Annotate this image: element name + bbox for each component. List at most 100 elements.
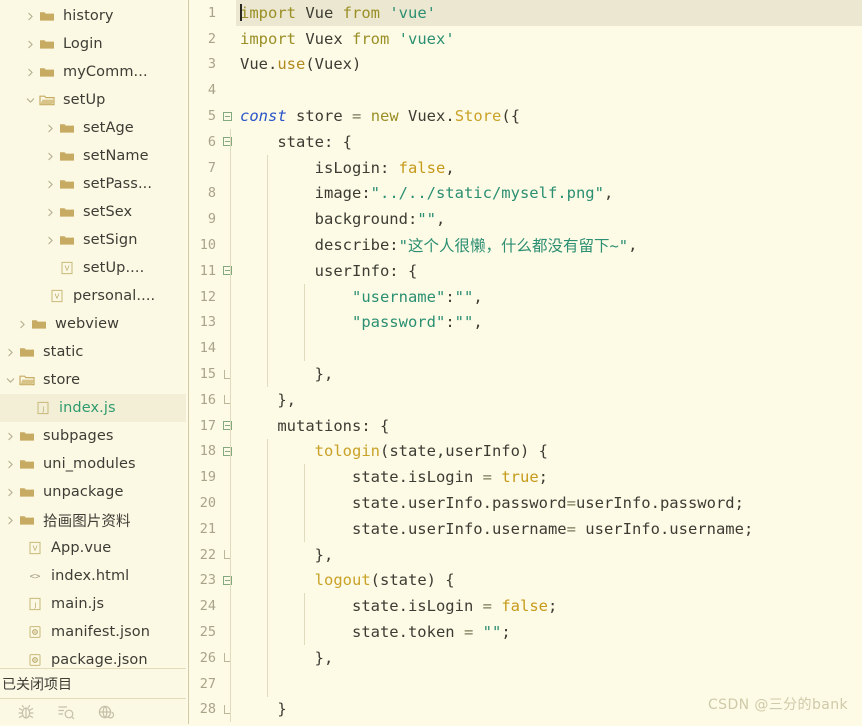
chevron-right-icon[interactable] — [24, 12, 37, 21]
line-number: 6 — [207, 133, 216, 150]
code-line[interactable]: 15 }, — [189, 361, 862, 387]
tree-item[interactable]: setSign — [0, 226, 186, 254]
chevron-right-icon[interactable] — [16, 320, 29, 329]
closed-projects-row[interactable]: 已关闭项目 — [0, 668, 186, 698]
code-token: Vuex. — [398, 107, 455, 126]
chevron-right-icon[interactable] — [4, 348, 17, 357]
fold-collapse-icon[interactable] — [219, 446, 236, 456]
chevron-right-icon[interactable] — [44, 236, 57, 245]
code-token: , — [473, 313, 483, 332]
code-line[interactable]: 25 state.token = ""; — [189, 619, 862, 645]
tree-item[interactable]: myComm... — [0, 58, 186, 86]
code-line[interactable]: 19 state.isLogin = true; — [189, 464, 862, 491]
code-lines[interactable]: 1 import Vue from 'vue' 2 import Vuex from … — [189, 0, 862, 723]
tree-item[interactable]: setAge — [0, 114, 186, 142]
tree-item[interactable]: manifest.json — [0, 618, 186, 646]
chevron-right-icon[interactable] — [4, 460, 17, 469]
code-line[interactable]: 7 isLogin: false, — [189, 154, 862, 181]
code-line[interactable]: 12 "username": "", — [189, 283, 862, 310]
folder-icon — [57, 176, 77, 192]
tree-item[interactable]: unpackage — [0, 478, 186, 506]
code-line[interactable]: 26 }, — [189, 644, 862, 671]
fold-collapse-icon[interactable] — [219, 421, 236, 431]
tree-item[interactable]: webview — [0, 310, 186, 338]
tree-item[interactable]: Jmain.js — [0, 590, 186, 618]
code-line[interactable]: 1 import Vue from 'vue' — [189, 0, 862, 26]
chevron-right-icon[interactable] — [4, 516, 17, 525]
code-text: "password": "", — [229, 309, 862, 336]
fold-end-marker[interactable] — [219, 550, 236, 560]
tree-item[interactable]: history — [0, 2, 186, 30]
code-line[interactable]: 5 const store = new Vuex. Store({ — [189, 103, 862, 129]
tree-item[interactable]: subpages — [0, 422, 186, 450]
chevron-right-icon[interactable] — [4, 488, 17, 497]
fold-collapse-icon[interactable] — [219, 575, 236, 585]
chevron-right-icon[interactable] — [44, 124, 57, 133]
code-token: "" — [454, 287, 474, 306]
chevron-right-icon[interactable] — [44, 208, 57, 217]
code-line[interactable]: 10 describe: "这个人很懒，什么都没有留下~", — [189, 232, 862, 258]
svg-text:<>: <> — [30, 572, 41, 582]
browser-icon[interactable] — [96, 702, 116, 722]
code-line[interactable]: 6 state: { — [189, 128, 862, 155]
code-line[interactable]: 14 — [189, 335, 862, 362]
code-line[interactable]: 2 import Vuex from 'vuex' — [189, 26, 862, 52]
bug-icon[interactable] — [16, 702, 36, 722]
tree-item[interactable]: Jindex.js — [0, 394, 186, 422]
tree-item[interactable]: package.json — [0, 646, 186, 668]
code-line[interactable]: 17 mutations: { — [189, 412, 862, 439]
chevron-right-icon[interactable] — [24, 68, 37, 77]
chevron-right-icon[interactable] — [4, 432, 17, 441]
code-line[interactable]: 9 background: "", — [189, 206, 862, 233]
fold-collapse-icon[interactable] — [219, 111, 236, 121]
tree-item[interactable]: Vpersonal.... — [0, 282, 186, 310]
indent-guide — [229, 412, 231, 439]
code-line[interactable]: 4 — [189, 77, 862, 103]
line-number: 26 — [199, 649, 216, 666]
fold-end-marker[interactable] — [219, 395, 236, 405]
code-line[interactable]: 13 "password": "", — [189, 309, 862, 336]
fold-collapse-icon[interactable] — [219, 266, 236, 276]
code-token: }, — [240, 545, 334, 564]
tree-item[interactable]: 拾画图片资料 — [0, 506, 186, 534]
code-editor[interactable]: 1 import Vue from 'vue' 2 import Vuex from … — [189, 0, 862, 724]
code-line[interactable]: 18 tologin (state,userInfo) { — [189, 438, 862, 465]
fold-collapse-icon[interactable] — [219, 137, 236, 147]
tree-item[interactable]: setName — [0, 142, 186, 170]
folder-icon — [57, 232, 77, 248]
code-line[interactable]: 27 — [189, 670, 862, 697]
log-search-icon[interactable] — [56, 702, 76, 722]
fold-end-marker[interactable] — [219, 704, 236, 714]
tree-item[interactable]: Login — [0, 30, 186, 58]
code-line[interactable]: 20 state.userInfo.password = userInfo.pass… — [189, 490, 862, 516]
tree-item[interactable]: static — [0, 338, 186, 366]
tree-item[interactable]: V App.vue — [0, 534, 186, 562]
code-line[interactable]: 11 userInfo: { — [189, 257, 862, 284]
code-line[interactable]: 24 state.isLogin = false; — [189, 593, 862, 620]
tree-item[interactable]: uni_modules — [0, 450, 186, 478]
chevron-down-icon[interactable] — [4, 376, 17, 385]
tree-item[interactable]: store — [0, 366, 186, 394]
indent-guide — [229, 490, 231, 516]
line-number: 13 — [199, 314, 216, 331]
chevron-right-icon[interactable] — [24, 40, 37, 49]
chevron-down-icon[interactable] — [24, 96, 37, 105]
tree-item[interactable]: <> index.html — [0, 562, 186, 590]
code-line[interactable]: 23 logout (state) { — [189, 567, 862, 594]
chevron-right-icon[interactable] — [44, 180, 57, 189]
tree-item[interactable]: VsetUp.... — [0, 254, 186, 282]
file-tree[interactable]: history Login myComm... setUp setAge setName s… — [0, 0, 186, 668]
code-line[interactable]: 21 state.userInfo.username = userInfo.use… — [189, 515, 862, 542]
tree-item[interactable]: setPass... — [0, 170, 186, 198]
chevron-right-icon[interactable] — [44, 152, 57, 161]
code-line[interactable]: 22 }, — [189, 541, 862, 568]
tree-item[interactable]: setSex — [0, 198, 186, 226]
code-line[interactable]: 16 }, — [189, 386, 862, 413]
code-token: , — [473, 287, 483, 306]
fold-end-marker[interactable] — [219, 653, 236, 663]
indent-guide — [304, 335, 306, 362]
tree-item[interactable]: setUp — [0, 86, 186, 114]
code-line[interactable]: 8 image: "../../static/myself.png", — [189, 180, 862, 207]
code-line[interactable]: 3 Vue. use (Vuex) — [189, 52, 862, 78]
fold-end-marker[interactable] — [219, 369, 236, 379]
